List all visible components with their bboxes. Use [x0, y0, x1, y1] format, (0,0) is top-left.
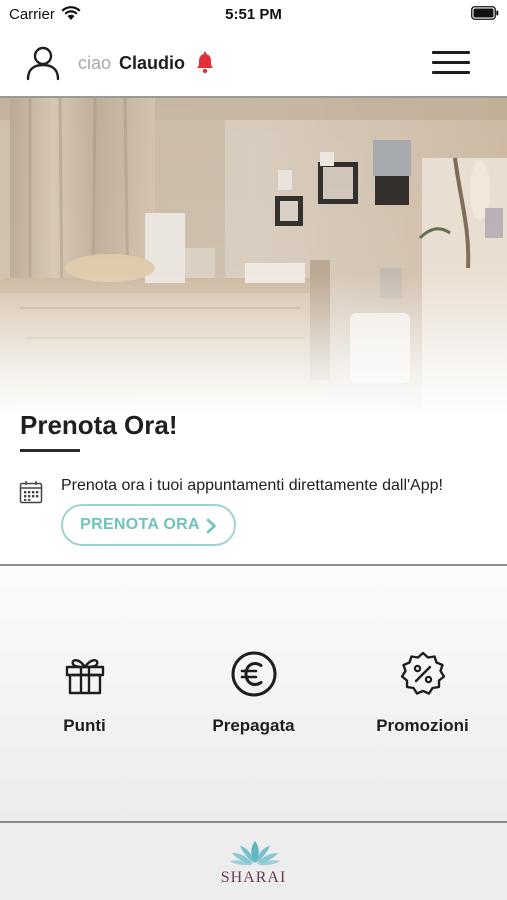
chevron-right-icon: [206, 518, 216, 533]
booking-title: Prenota Ora!: [20, 410, 178, 440]
features-grid: Punti Prepagata Promozioni: [0, 566, 507, 821]
book-now-button[interactable]: PRENOTA ORA: [61, 504, 236, 546]
footer: SHARAI: [0, 823, 507, 900]
booking-description: Prenota ora i tuoi appuntamenti direttam…: [61, 477, 443, 494]
feature-label: Punti: [63, 716, 106, 735]
feature-prepagata[interactable]: Prepagata: [169, 566, 338, 821]
feature-label: Prepagata: [212, 716, 295, 735]
notification-bell-icon[interactable]: [193, 51, 217, 75]
euro-icon: [231, 651, 276, 697]
greeting-prefix: ciao: [78, 53, 112, 73]
feature-promozioni[interactable]: Promozioni: [338, 566, 507, 821]
menu-line: [432, 61, 470, 64]
gift-icon: [65, 659, 104, 695]
book-now-label: PRENOTA ORA: [80, 516, 200, 533]
title-underline: [20, 449, 80, 452]
status-bar: Carrier 5:51 PM: [0, 0, 507, 30]
clock: 5:51 PM: [225, 6, 282, 23]
hamburger-menu-button[interactable]: [430, 47, 472, 79]
brand-name: SHARAI: [220, 869, 287, 886]
app-header: ciao Claudio: [0, 30, 507, 96]
feature-label: Promozioni: [376, 716, 469, 735]
percent-badge-icon: [400, 651, 445, 695]
hero-spa-room-image: [0, 98, 507, 418]
feature-punti[interactable]: Punti: [0, 566, 169, 821]
menu-line: [432, 51, 470, 54]
battery-icon: [471, 6, 499, 20]
user-name: Claudio: [119, 53, 186, 73]
user-profile-icon[interactable]: [24, 44, 62, 82]
menu-line: [432, 71, 470, 74]
calendar-icon: [19, 481, 43, 504]
greeting: ciao Claudio: [78, 52, 185, 74]
